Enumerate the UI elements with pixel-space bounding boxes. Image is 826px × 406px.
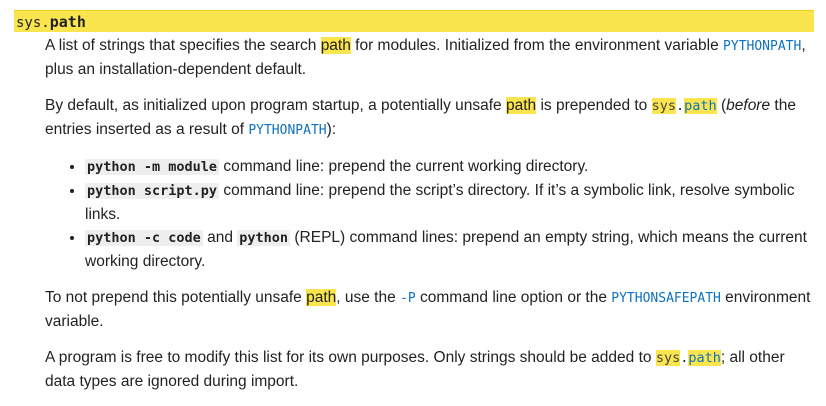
command-code: python script.py [85,183,220,199]
search-highlight: path [505,97,537,114]
text: By default, as initialized upon program … [45,97,506,114]
paragraph-default: By default, as initialized upon program … [45,94,815,142]
signature-module: sys [16,15,42,31]
text: ( [716,97,727,114]
pythonpath-link[interactable]: PYTHONPATH [723,39,801,54]
text: command line option or the [415,289,612,306]
sys-path-link[interactable]: sys.path [651,98,717,114]
signature-dot: . [41,15,50,31]
emphasis: before [726,97,771,114]
text: A program is free to modify this list fo… [45,349,656,366]
text: To not prepend this potentially unsafe [45,289,307,306]
signature: sys.path [16,13,86,32]
dot: . [676,98,685,114]
pythonsafepath-link[interactable]: PYTHONSAFEPATH [611,291,721,306]
signature-name: path [49,13,86,31]
description-body: A list of strings that specifies the sea… [45,34,815,406]
text: , use the [336,289,401,306]
path-highlight: path [684,98,717,114]
search-highlight: path [320,37,351,54]
bullet-list: python -m module command line: prepend t… [45,155,815,273]
paragraph-unsafe: To not prepend this potentially unsafe p… [45,286,815,333]
text: command line: prepend the current workin… [219,158,589,175]
pythonpath-link[interactable]: PYTHONPATH [248,123,326,138]
search-highlight: path [306,289,337,306]
signature-bar: sys.path [14,10,814,32]
list-item: python script.py command line: prepend t… [85,179,815,226]
list-item: python -c code and python (REPL) command… [85,226,815,273]
sys-highlight: sys [655,350,681,366]
path-highlight: path [688,350,721,366]
paragraph-intro: A list of strings that specifies the sea… [45,34,815,81]
paragraph-modify: A program is free to modify this list fo… [45,346,815,393]
text: ): [326,121,337,138]
text: for modules. Initialized from the enviro… [350,37,724,54]
text: A list of strings that specifies the sea… [45,37,321,54]
text: is prepended to [536,97,652,114]
command-code: python -c code [85,230,203,246]
text: and [202,229,238,246]
sys-highlight: sys [651,98,677,114]
command-code: python -m module [85,159,220,175]
command-code: python [237,230,291,246]
list-item: python -m module command line: prepend t… [85,155,815,179]
option-p-link[interactable]: -P [400,291,416,306]
sys-path-link[interactable]: sys.path [655,350,721,366]
